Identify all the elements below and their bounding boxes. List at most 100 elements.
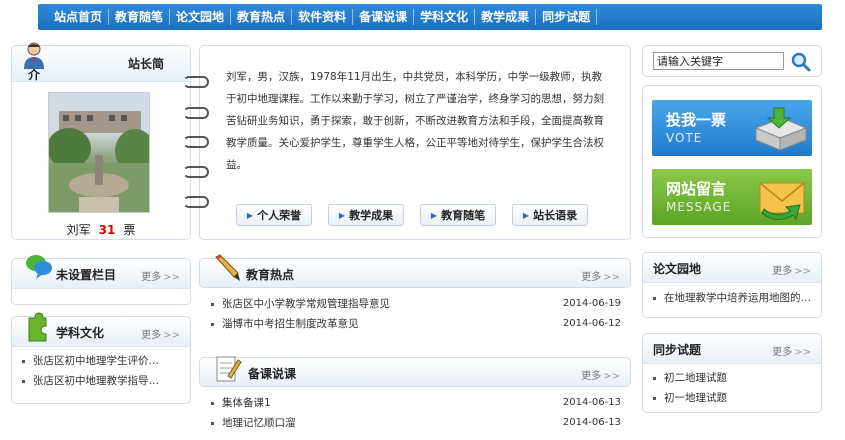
double-chevron-right-icon: >> — [163, 272, 180, 283]
nav-lesson-prep[interactable]: 备课说课 — [353, 9, 415, 25]
more-label: 更多 — [141, 272, 162, 283]
papers-section: 论文园地 更多 >> 在地理教学中培养运用地图的… — [642, 252, 822, 318]
bullet-icon — [22, 379, 25, 383]
search-box — [642, 45, 822, 77]
culture-section-header: 学科文化 更多 >> — [12, 312, 190, 347]
profile-card: 介 站长简 刘军 31 票 — [11, 42, 191, 240]
unset-section-title: 未设置栏目 — [56, 268, 117, 282]
more-label: 更多 — [581, 371, 602, 382]
bullet-icon — [211, 322, 214, 326]
vote-banner[interactable]: 投我一票 VOTE — [652, 100, 812, 156]
message-banner[interactable]: 网站留言 MESSAGE — [652, 169, 812, 225]
unset-more-link[interactable]: 更多 >> — [141, 268, 180, 283]
bullet-icon — [653, 296, 656, 300]
culture-section: 学科文化 更多 >> 张店区初中地理学生评价… 张店区初中地理教学指导… — [11, 312, 191, 404]
intro-text: 刘军，男，汉族，1978年11月出生，中共党员，本科学历，中学一级教师，执教于初… — [226, 71, 604, 171]
hot-section-header: 教育热点 更多 >> — [199, 254, 631, 288]
results-button[interactable]: ▶ 教学成果 — [328, 204, 404, 226]
bullet-icon — [211, 302, 214, 306]
list-item[interactable]: 张店区初中地理学生评价… — [22, 351, 182, 371]
arrow-right-icon: ▶ — [338, 210, 346, 220]
nav-home[interactable]: 站点首页 — [48, 9, 110, 25]
message-banner-title: 网站留言 — [666, 180, 727, 198]
list-item[interactable]: 初二地理试题 — [653, 368, 815, 388]
nav-essays[interactable]: 教育随笔 — [109, 9, 171, 25]
double-chevron-right-icon: >> — [603, 371, 620, 382]
chat-bubbles-icon — [26, 255, 52, 279]
nav-tests[interactable]: 同步试题 — [536, 9, 598, 25]
puzzle-icon — [28, 312, 47, 342]
prep-section-header: 备课说课 更多 >> — [199, 356, 631, 387]
more-label: 更多 — [772, 347, 793, 358]
more-label: 更多 — [772, 266, 793, 277]
papers-section-header: 论文园地 更多 >> — [643, 253, 821, 283]
profile-name: 刘军 — [66, 223, 91, 237]
arrow-right-icon: ▶ — [430, 210, 438, 220]
nav-software[interactable]: 软件资料 — [292, 9, 354, 25]
binder-ring-icon — [183, 107, 209, 119]
intro-panel: 刘军，男，汉族，1978年11月出生，中共党员，本科学历，中学一级教师，执教于初… — [183, 45, 631, 240]
culture-list: 张店区初中地理学生评价… 张店区初中地理教学指导… — [22, 351, 182, 391]
nav-hot[interactable]: 教育热点 — [231, 9, 293, 25]
list-item[interactable]: 集体备课1 2014-06-13 — [211, 393, 621, 413]
notepad-icon — [216, 356, 242, 382]
top-nav: 站点首页 教育随笔 论文园地 教育热点 软件资料 备课说课 学科文化 教学成果 … — [38, 4, 822, 30]
list-item-title: 地理记忆顺口溜 — [222, 417, 296, 429]
list-item-title: 张店区初中地理教学指导… — [33, 375, 159, 387]
binder-ring-icon — [183, 76, 209, 88]
envelope-icon — [759, 182, 805, 221]
list-item[interactable]: 地理记忆顺口溜 2014-06-13 — [211, 413, 621, 433]
list-item-title: 淄博市中考招生制度改革意见 — [222, 318, 359, 330]
bullet-icon — [653, 376, 656, 380]
hot-more-link[interactable]: 更多 >> — [581, 268, 620, 283]
list-item-date: 2014-06-12 — [562, 318, 621, 329]
intro-buttons: ▶ 个人荣誉 ▶ 教学成果 ▶ 教育随笔 ▶ 站长语录 — [236, 204, 588, 226]
list-item[interactable]: 张店区初中地理教学指导… — [22, 371, 182, 391]
list-item-title: 张店区中小学教学常规管理指导意见 — [222, 298, 390, 310]
double-chevron-right-icon: >> — [794, 347, 811, 358]
tests-more-link[interactable]: 更多 >> — [772, 343, 811, 358]
vote-unit: 票 — [123, 223, 136, 237]
culture-more-link[interactable]: 更多 >> — [141, 326, 180, 341]
list-item-date: 2014-06-19 — [562, 298, 621, 309]
honors-button[interactable]: ▶ 个人荣誉 — [236, 204, 312, 226]
tests-list: 初二地理试题 初一地理试题 — [653, 368, 815, 408]
hot-section: 教育热点 更多 >> 张店区中小学教学常规管理指导意见 2014-06-19 淄博市… — [199, 254, 631, 338]
list-item[interactable]: 在地理教学中培养运用地图的… — [653, 288, 815, 308]
list-item-date: 2014-06-13 — [562, 417, 621, 428]
message-banner-sub: MESSAGE — [666, 200, 732, 214]
list-item-title: 张店区初中地理学生评价… — [33, 355, 159, 367]
search-icon[interactable] — [791, 52, 811, 72]
honors-label: 个人荣誉 — [257, 209, 302, 222]
list-item-title: 初一地理试题 — [664, 392, 727, 404]
vote-number: 31 — [98, 223, 116, 237]
arrow-right-icon: ▶ — [246, 210, 254, 220]
papers-more-link[interactable]: 更多 >> — [772, 262, 811, 277]
list-item-title: 初二地理试题 — [664, 372, 727, 384]
results-label: 教学成果 — [349, 209, 394, 222]
prep-list: 集体备课1 2014-06-13 地理记忆顺口溜 2014-06-13 — [211, 393, 621, 433]
binder-ring-icon — [183, 136, 209, 148]
tests-section-title: 同步试题 — [653, 343, 702, 357]
ad-panel: 投我一票 VOTE 网站留言 MESSAGE — [642, 85, 822, 238]
double-chevron-right-icon: >> — [163, 330, 180, 341]
profile-header: 介 站长简 — [12, 42, 190, 82]
list-item[interactable]: 张店区中小学教学常规管理指导意见 2014-06-19 — [211, 294, 621, 314]
essays-label: 教育随笔 — [441, 209, 486, 222]
unset-section: 未设置栏目 更多 >> — [11, 255, 191, 305]
search-input[interactable] — [653, 52, 784, 70]
arrow-right-icon: ▶ — [522, 210, 530, 220]
essays-button[interactable]: ▶ 教育随笔 — [420, 204, 496, 226]
nav-papers[interactable]: 论文园地 — [170, 9, 232, 25]
vote-banner-title: 投我一票 — [666, 111, 727, 129]
list-item[interactable]: 初一地理试题 — [653, 388, 815, 408]
tests-section-header: 同步试题 更多 >> — [643, 334, 821, 364]
prep-section-title: 备课说课 — [248, 367, 297, 381]
vote-banner-sub: VOTE — [666, 131, 703, 145]
prep-more-link[interactable]: 更多 >> — [581, 367, 620, 382]
quotes-button[interactable]: ▶ 站长语录 — [512, 204, 588, 226]
nav-results[interactable]: 教学成果 — [475, 9, 537, 25]
list-item[interactable]: 淄博市中考招生制度改革意见 2014-06-12 — [211, 314, 621, 334]
nav-culture[interactable]: 学科文化 — [414, 9, 476, 25]
more-label: 更多 — [581, 272, 602, 283]
